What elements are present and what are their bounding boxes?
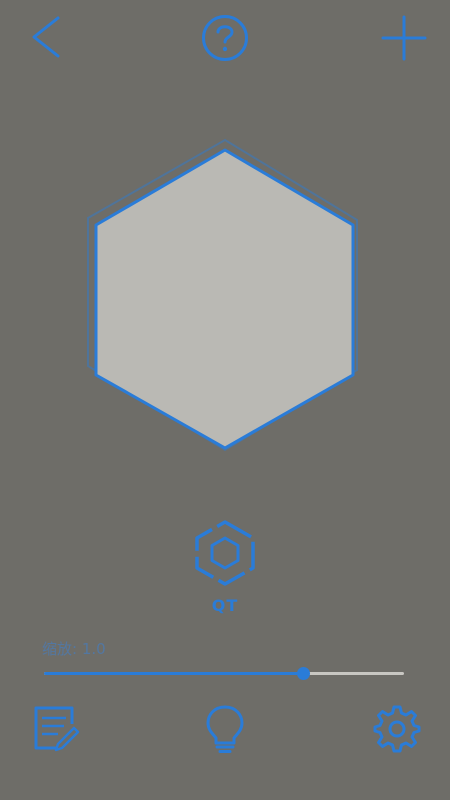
hexagon-shape[interactable] <box>0 130 450 460</box>
bottom-bar <box>0 700 450 760</box>
size-label: 缩放: 1.0 <box>42 640 106 658</box>
lightbulb-icon[interactable] <box>205 704 245 754</box>
slider-fill <box>44 672 304 675</box>
top-bar <box>0 0 450 80</box>
edit-note-icon[interactable] <box>32 704 80 752</box>
plus-icon[interactable] <box>380 14 428 62</box>
mode-label: QT <box>211 596 239 615</box>
slider-thumb[interactable] <box>297 667 311 680</box>
size-slider[interactable] <box>44 664 404 684</box>
question-circle-icon[interactable] <box>201 14 249 62</box>
shape-canvas[interactable] <box>0 130 450 460</box>
gear-icon[interactable] <box>372 704 422 754</box>
hex-nut-icon[interactable] <box>191 518 259 588</box>
chevron-left-icon[interactable] <box>26 14 66 60</box>
